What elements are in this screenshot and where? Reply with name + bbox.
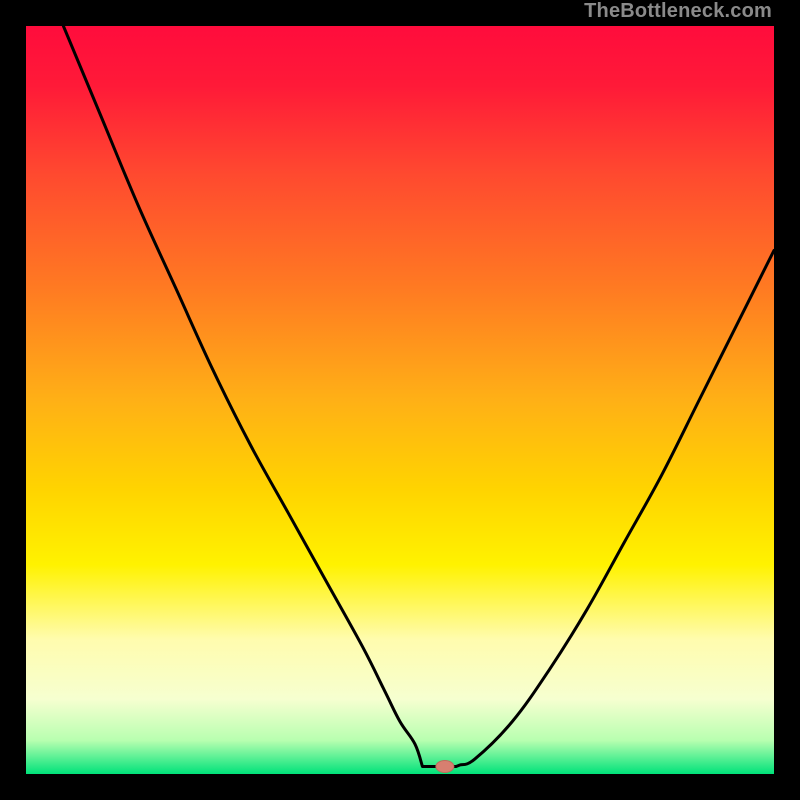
gradient-background [26, 26, 774, 774]
bottleneck-chart [26, 26, 774, 774]
watermark-text: TheBottleneck.com [584, 0, 772, 23]
chart-frame: TheBottleneck.com [0, 0, 800, 800]
optimal-point-marker [436, 761, 454, 773]
plot-area [26, 26, 774, 774]
